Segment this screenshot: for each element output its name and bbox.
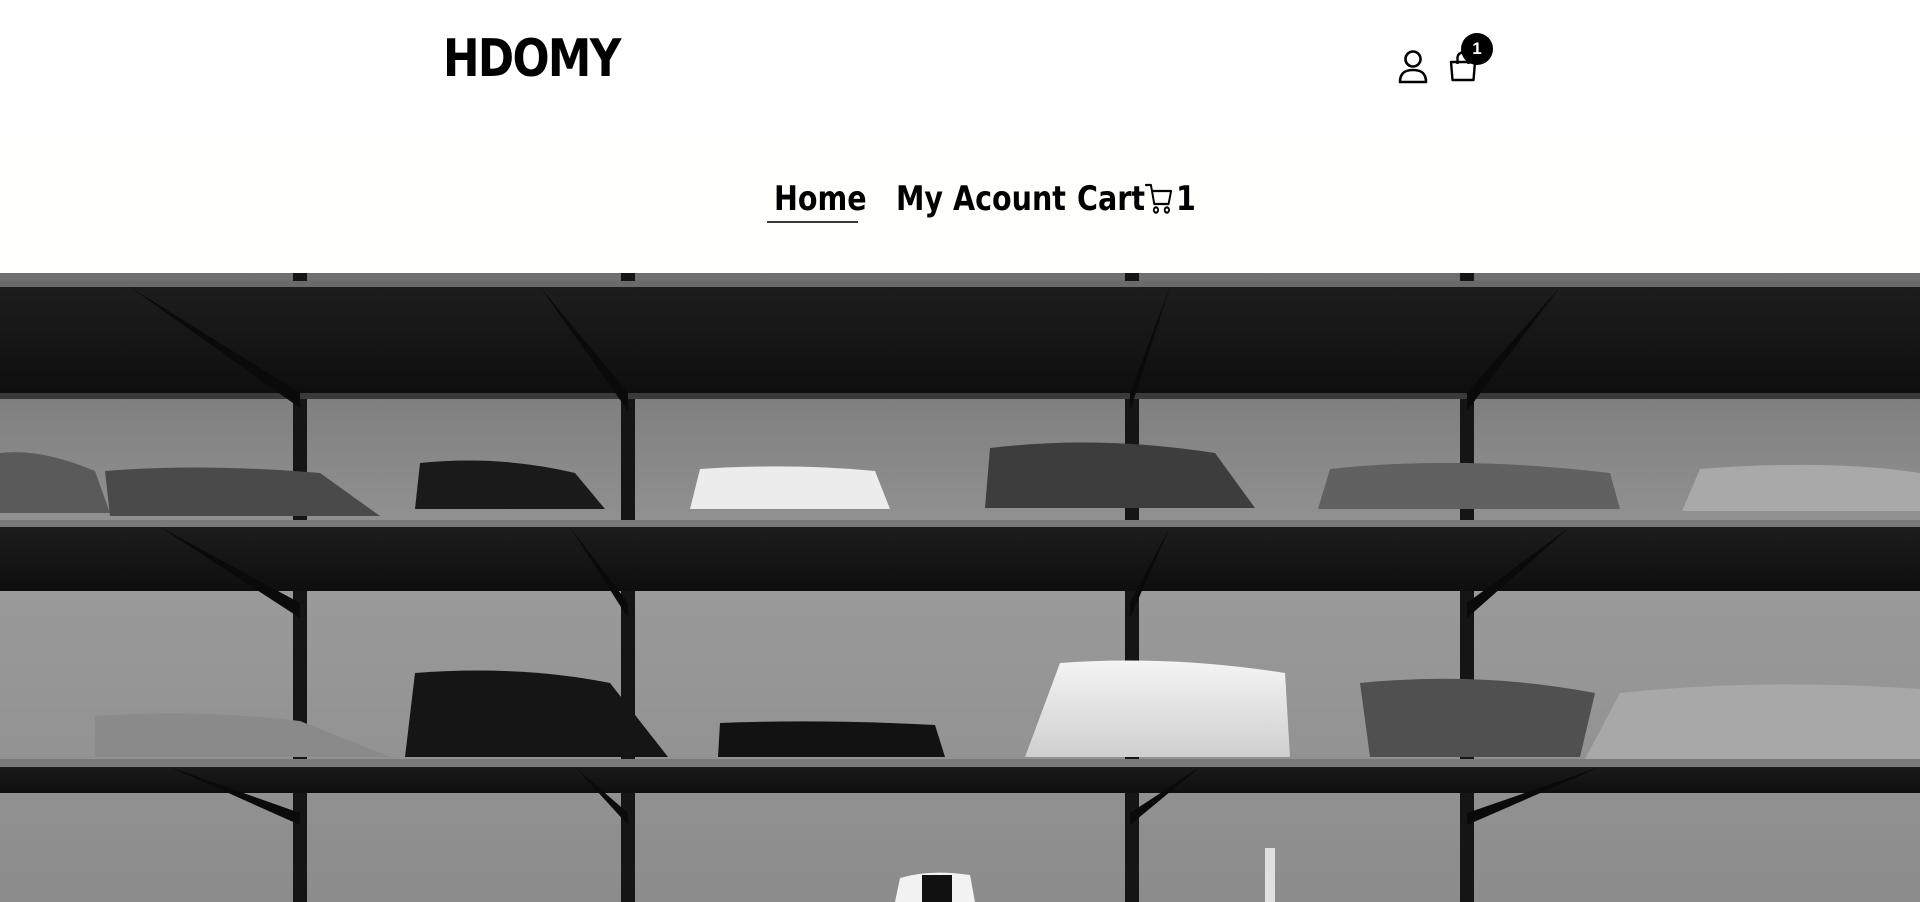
account-button[interactable] (1396, 48, 1430, 88)
nav-account-label: My Acount (896, 179, 1066, 219)
shopping-cart-icon (1144, 183, 1172, 214)
nav-cart-count: 1 (1176, 179, 1196, 219)
active-nav-underline (767, 221, 858, 223)
hero-shelves-image (0, 273, 1920, 902)
nav-cart-label: Cart (1077, 179, 1145, 219)
hero-banner (0, 273, 1920, 902)
cart-count-badge: 1 (1461, 33, 1493, 65)
nav-home-link[interactable]: Home (774, 169, 867, 229)
brand-logo[interactable]: HDOMY (443, 26, 621, 92)
nav-home-label: Home (774, 179, 867, 219)
nav-my-account-link[interactable]: My Acount (896, 169, 1066, 229)
nav-cart-link[interactable]: Cart 1 (1077, 169, 1196, 229)
main-navigation: Home My Acount Cart 1 (0, 140, 1920, 273)
user-icon (1398, 50, 1428, 84)
top-header: HDOMY 1 (0, 0, 1920, 140)
